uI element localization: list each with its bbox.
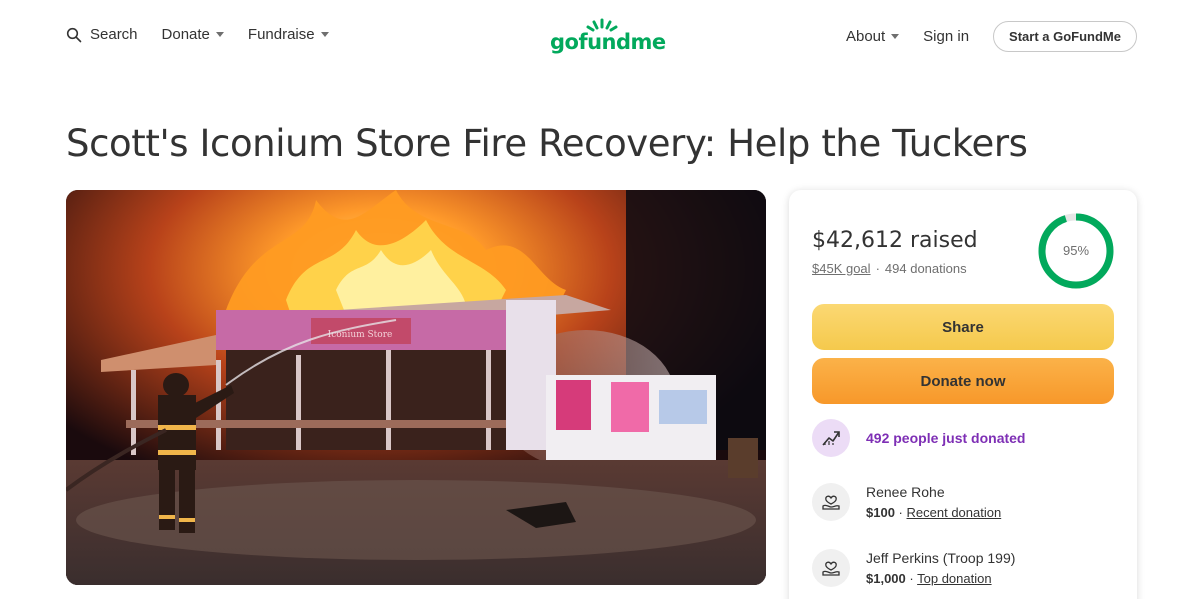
trend-text: 492 people just donated xyxy=(866,430,1026,446)
about-menu-label: About xyxy=(845,28,886,45)
raised-amount: $42,612 xyxy=(812,228,903,253)
gofundme-logo[interactable]: gofundme xyxy=(550,18,666,58)
caret-down-icon xyxy=(215,32,224,37)
fundraise-menu-label: Fundraise xyxy=(247,26,315,43)
progress-ring: 95% xyxy=(1038,213,1114,289)
search-button[interactable]: Search xyxy=(66,26,138,43)
caret-down-icon xyxy=(891,34,900,39)
donor-tag-link[interactable]: Recent donation xyxy=(907,505,1002,520)
recent-activity: 492 people just donated xyxy=(812,419,1025,457)
donate-now-button[interactable]: Donate now xyxy=(812,358,1114,404)
raised-suffix: raised xyxy=(909,228,978,253)
goal-meta: $45K goal · 494 donations xyxy=(812,261,967,276)
amount-raised: $42,612 raised xyxy=(812,228,978,253)
donor-amount-line: $100 · Recent donation xyxy=(866,505,1001,520)
donor-tag-link[interactable]: Top donation xyxy=(917,571,991,586)
search-label: Search xyxy=(90,26,138,43)
sign-in-label: Sign in xyxy=(923,28,970,45)
donor-heart-icon xyxy=(812,549,850,587)
donor-details: Renee Rohe $100 · Recent donation xyxy=(866,484,1001,520)
donor-name: Jeff Perkins (Troop 199) xyxy=(866,550,1016,566)
separator-dot: · xyxy=(875,261,880,276)
donor-item: Renee Rohe $100 · Recent donation xyxy=(812,483,1001,521)
donor-heart-icon xyxy=(812,483,850,521)
donor-item: Jeff Perkins (Troop 199) $1,000 · Top do… xyxy=(812,549,1015,587)
logo-text: gofundme xyxy=(550,30,666,54)
nav-left: Search Donate Fundraise xyxy=(66,26,353,43)
progress-percent: 95% xyxy=(1063,243,1089,258)
fire-scene-illustration: Iconium Store xyxy=(66,190,766,585)
fundraise-menu[interactable]: Fundraise xyxy=(248,26,329,43)
donor-amount-line: $1,000 · Top donation xyxy=(866,571,1015,586)
donor-name: Renee Rohe xyxy=(866,484,945,500)
donate-menu[interactable]: Donate xyxy=(162,26,224,43)
nav-right: About Sign in Start a GoFundMe xyxy=(846,21,1137,52)
separator-dot: · xyxy=(898,505,903,520)
sign-in-link[interactable]: Sign in xyxy=(923,28,969,45)
donor-amount: $1,000 xyxy=(866,571,906,586)
campaign-hero-image[interactable]: Iconium Store xyxy=(66,190,766,585)
caret-down-icon xyxy=(320,32,329,37)
donor-amount: $100 xyxy=(866,505,895,520)
top-navigation: Search Donate Fundraise gofundme About S… xyxy=(0,0,1200,74)
donation-card: $42,612 raised $45K goal · 494 donations 9… xyxy=(789,190,1137,599)
goal-link[interactable]: $45K goal xyxy=(812,261,871,276)
page-title: Scott's Iconium Store Fire Recovery: Hel… xyxy=(66,122,1028,165)
separator-dot: · xyxy=(909,571,914,586)
trend-up-icon xyxy=(812,419,850,457)
share-button[interactable]: Share xyxy=(812,304,1114,350)
about-menu[interactable]: About xyxy=(845,28,900,45)
donor-details: Jeff Perkins (Troop 199) $1,000 · Top do… xyxy=(866,550,1015,586)
search-icon xyxy=(66,27,82,42)
donation-count: 494 donations xyxy=(884,261,967,276)
donate-menu-label: Donate xyxy=(161,26,210,43)
start-gofundme-button[interactable]: Start a GoFundMe xyxy=(993,21,1137,52)
